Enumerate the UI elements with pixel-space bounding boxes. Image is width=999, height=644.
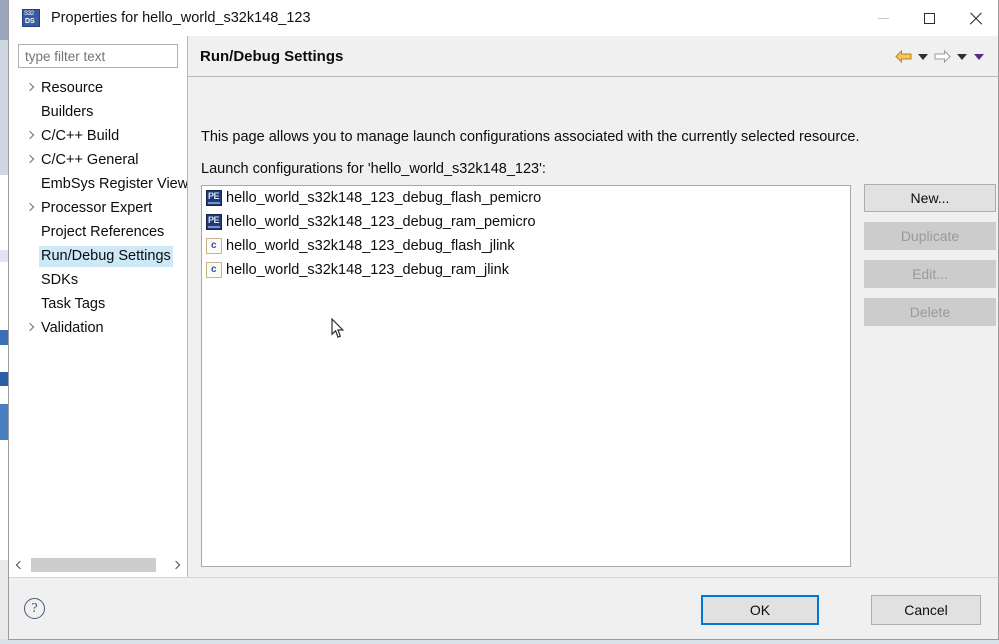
settings-page: Run/Debug Settings [188, 36, 998, 577]
launch-action-buttons: New... Duplicate Edit... Delete [864, 184, 996, 326]
sidebar-item-label: Builders [39, 102, 95, 123]
pemicro-launch-icon [206, 190, 222, 206]
list-item[interactable]: hello_world_s32k148_123_debug_flash_jlin… [202, 234, 850, 258]
sidebar-item-embsys-register-view[interactable]: EmbSys Register View [9, 172, 187, 196]
sidebar-item-label: Processor Expert [39, 198, 154, 219]
pemicro-launch-icon [206, 214, 222, 230]
page-navigation-toolbar [892, 36, 987, 77]
ok-button[interactable]: OK [701, 595, 819, 625]
page-description: This page allows you to manage launch co… [201, 129, 860, 145]
sidebar-item-resource[interactable]: Resource [9, 76, 187, 100]
chevron-down-icon [957, 54, 967, 60]
chevron-right-icon[interactable] [24, 316, 39, 340]
forward-arrow-icon [934, 50, 951, 63]
properties-dialog: Properties for hello_world_s32k148_123 R… [8, 0, 999, 640]
sidebar-item-project-references[interactable]: Project References [9, 220, 187, 244]
maximize-button[interactable] [906, 0, 952, 36]
sidebar-item-label: Project References [39, 222, 166, 243]
dialog-footer: ? OK Cancel [9, 577, 998, 639]
page-content: This page allows you to manage launch co… [188, 77, 998, 577]
sidebar-item-task-tags[interactable]: Task Tags [9, 292, 187, 316]
back-button[interactable] [892, 46, 914, 68]
settings-tree: Resource Builders C/C++ Build C/C++ General… [9, 68, 187, 551]
sidebar-item-label: EmbSys Register View [39, 174, 187, 195]
c-file-icon [206, 262, 222, 278]
filter-input[interactable] [18, 44, 178, 68]
tree-horizontal-scrollbar[interactable] [9, 551, 187, 577]
minimize-icon [878, 18, 889, 19]
forward-button[interactable] [931, 46, 953, 68]
close-icon [969, 12, 982, 25]
back-arrow-icon [895, 50, 912, 63]
window-controls [860, 0, 998, 36]
edit-button: Edit... [864, 260, 996, 288]
launch-configuration-name: hello_world_s32k148_123_debug_ram_jlink [226, 262, 509, 278]
page-title: Run/Debug Settings [200, 48, 343, 65]
list-item[interactable]: hello_world_s32k148_123_debug_ram_pemicr… [202, 210, 850, 234]
chevron-right-icon[interactable] [165, 553, 187, 577]
page-header: Run/Debug Settings [188, 36, 998, 77]
sidebar-item-validation[interactable]: Validation [9, 316, 187, 340]
minimize-button[interactable] [860, 0, 906, 36]
launch-configuration-name: hello_world_s32k148_123_debug_flash_jlin… [226, 238, 515, 254]
tree-indent-spacer [24, 268, 39, 292]
chevron-right-icon[interactable] [24, 148, 39, 172]
dialog-title-bar: Properties for hello_world_s32k148_123 [9, 0, 998, 36]
sidebar-item-c-c-general[interactable]: C/C++ General [9, 148, 187, 172]
chevron-right-icon[interactable] [24, 196, 39, 220]
launch-configuration-name: hello_world_s32k148_123_debug_ram_pemicr… [226, 214, 536, 230]
cancel-button[interactable]: Cancel [871, 595, 981, 625]
tree-indent-spacer [24, 100, 39, 124]
sidebar-item-label: SDKs [39, 270, 80, 291]
dialog-title: Properties for hello_world_s32k148_123 [51, 10, 311, 26]
sidebar-item-label: Run/Debug Settings [39, 246, 173, 267]
sidebar-item-sdks[interactable]: SDKs [9, 268, 187, 292]
chevron-right-icon[interactable] [24, 124, 39, 148]
s32ds-icon [22, 9, 40, 27]
help-icon[interactable]: ? [24, 598, 45, 619]
new-button[interactable]: New... [864, 184, 996, 212]
view-menu-button[interactable] [970, 46, 987, 68]
maximize-icon [924, 13, 935, 24]
sidebar-item-c-c-build[interactable]: C/C++ Build [9, 124, 187, 148]
settings-navigation-panel: Resource Builders C/C++ Build C/C++ General… [9, 36, 187, 577]
chevron-down-icon [918, 54, 928, 60]
sidebar-item-label: C/C++ General [39, 150, 141, 171]
sidebar-item-label: Validation [39, 318, 106, 339]
sidebar-item-label: Resource [39, 78, 105, 99]
launch-configuration-name: hello_world_s32k148_123_debug_flash_pemi… [226, 190, 541, 206]
sidebar-item-label: Task Tags [39, 294, 107, 315]
back-history-menu-button[interactable] [914, 46, 931, 68]
chevron-right-icon[interactable] [24, 76, 39, 100]
sidebar-item-builders[interactable]: Builders [9, 100, 187, 124]
c-file-icon [206, 238, 222, 254]
sidebar-item-processor-expert[interactable]: Processor Expert [9, 196, 187, 220]
list-item[interactable]: hello_world_s32k148_123_debug_flash_pemi… [202, 186, 850, 210]
launch-configurations-list[interactable]: hello_world_s32k148_123_debug_flash_pemi… [201, 185, 851, 567]
scrollbar-thumb[interactable] [31, 558, 156, 572]
tree-indent-spacer [24, 172, 39, 196]
duplicate-button: Duplicate [864, 222, 996, 250]
view-menu-icon [974, 54, 984, 60]
sidebar-item-run-debug-settings[interactable]: Run/Debug Settings [9, 244, 187, 268]
sidebar-item-label: C/C++ Build [39, 126, 121, 147]
tree-indent-spacer [24, 244, 39, 268]
scrollbar-track[interactable] [31, 558, 165, 572]
forward-history-menu-button[interactable] [953, 46, 970, 68]
chevron-left-icon[interactable] [9, 553, 31, 577]
tree-indent-spacer [24, 292, 39, 316]
tree-indent-spacer [24, 220, 39, 244]
delete-button: Delete [864, 298, 996, 326]
background-window-edge [0, 0, 8, 644]
filter-container [9, 36, 187, 68]
launch-configurations-label: Launch configurations for 'hello_world_s… [201, 161, 546, 177]
dialog-body: Resource Builders C/C++ Build C/C++ General… [9, 36, 998, 577]
list-item[interactable]: hello_world_s32k148_123_debug_ram_jlink [202, 258, 850, 282]
close-button[interactable] [952, 0, 998, 36]
